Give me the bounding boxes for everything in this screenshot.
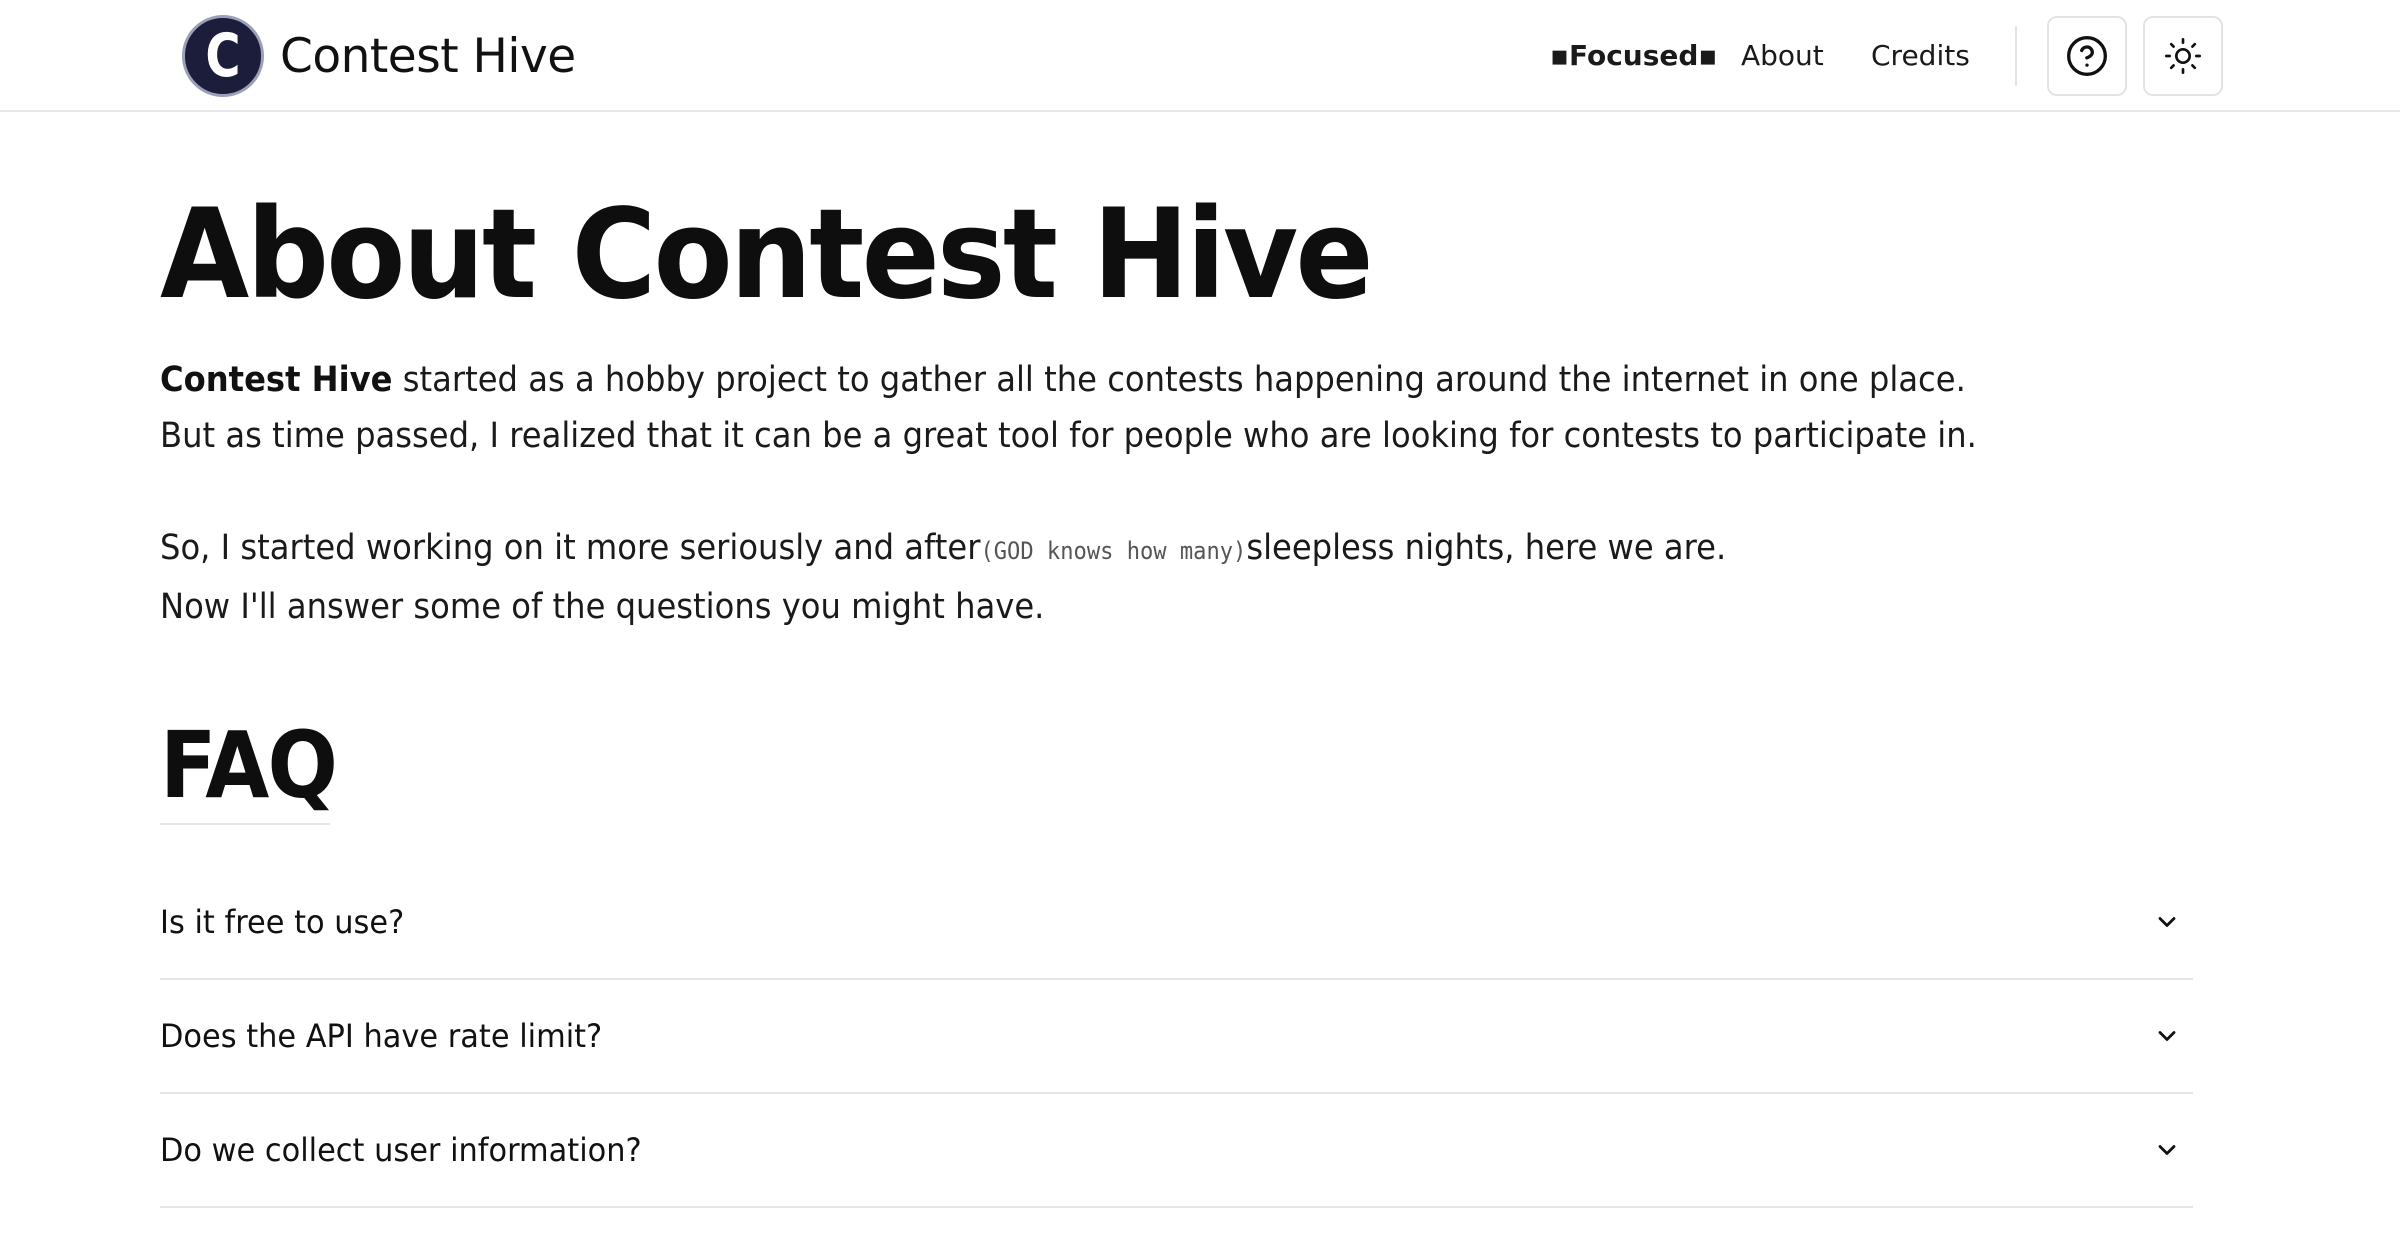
faq-question: Is it free to use? bbox=[160, 903, 405, 941]
intro-paragraph-2: So, I started working on it more serious… bbox=[160, 520, 1726, 635]
intro-line-1: started as a hobby project to gather all… bbox=[392, 360, 1966, 400]
intro-line-4: Now I'll answer some of the questions yo… bbox=[160, 587, 1045, 627]
question-circle-icon bbox=[2067, 36, 2107, 76]
logo-letter: C bbox=[205, 21, 241, 91]
faq-list: Is it free to use? Does the API have rat… bbox=[160, 866, 2193, 1208]
faq-item-rate-limit[interactable]: Does the API have rate limit? bbox=[160, 980, 2193, 1094]
chevron-down-icon bbox=[2147, 1016, 2187, 1056]
nav-credits-link[interactable]: Credits bbox=[1871, 36, 1970, 76]
intro-brand-bold: Contest Hive bbox=[160, 360, 393, 400]
nav-focused-link[interactable]: ▪Focused▪ bbox=[1550, 36, 1717, 76]
chevron-down-icon bbox=[2147, 1130, 2187, 1170]
brand-home-link[interactable]: C Contest Hive bbox=[182, 15, 576, 97]
sun-icon bbox=[2165, 38, 2201, 74]
intro-line-2: But as time passed, I realized that it c… bbox=[160, 416, 1977, 456]
theme-toggle-button[interactable] bbox=[2143, 16, 2223, 96]
help-button[interactable] bbox=[2047, 16, 2127, 96]
chevron-down-icon bbox=[2147, 902, 2187, 942]
faq-heading-underline bbox=[160, 823, 330, 825]
site-header: C Contest Hive ▪Focused▪ About Credits bbox=[0, 0, 2400, 112]
intro-aside: (GOD knows how many) bbox=[980, 537, 1247, 565]
intro-paragraph-1: Contest Hive started as a hobby project … bbox=[160, 352, 1977, 464]
intro-line-3-start: So, I started working on it more serious… bbox=[160, 528, 981, 568]
faq-item-free[interactable]: Is it free to use? bbox=[160, 866, 2193, 980]
faq-heading: FAQ bbox=[160, 712, 338, 819]
intro-line-3-end: sleepless nights, here we are. bbox=[1246, 528, 1727, 568]
faq-item-user-info[interactable]: Do we collect user information? bbox=[160, 1094, 2193, 1208]
faq-question: Does the API have rate limit? bbox=[160, 1017, 603, 1055]
faq-question: Do we collect user information? bbox=[160, 1131, 642, 1169]
nav-divider bbox=[2015, 26, 2017, 86]
page-title: About Contest Hive bbox=[160, 183, 1374, 327]
nav-about-link[interactable]: About bbox=[1741, 36, 1824, 76]
brand-name: Contest Hive bbox=[280, 28, 576, 84]
contest-hive-logo-icon: C bbox=[182, 15, 264, 97]
